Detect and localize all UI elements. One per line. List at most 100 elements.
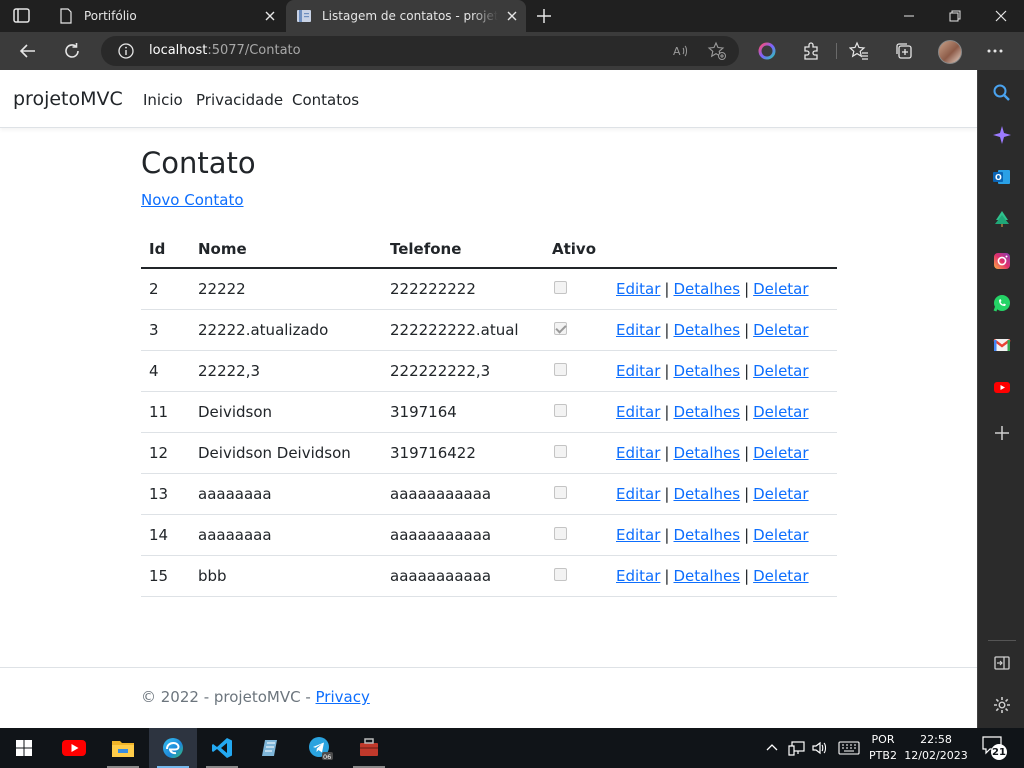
action-separator: | [744,320,750,339]
delete-link[interactable]: Deletar [753,321,808,339]
clock-time: 22:58 [920,733,952,746]
vscode-icon[interactable] [198,728,246,768]
header-telefone: Telefone [382,230,544,269]
instagram-icon[interactable] [991,250,1013,272]
details-link[interactable]: Detalhes [673,321,740,339]
favorites-icon[interactable] [848,40,870,62]
privacy-link[interactable]: Privacy [316,688,370,706]
more-options-icon[interactable] [984,40,1006,62]
new-contact-link[interactable]: Novo Contato [141,191,244,209]
read-aloud-icon[interactable]: A [671,41,691,61]
table-row: 2 22222 222222222 Editar | Detalhes | Deletar [141,268,837,310]
copilot-sparkle-icon[interactable] [991,124,1013,146]
details-link[interactable]: Detalhes [673,403,740,421]
toolbar-divider [836,43,837,59]
edit-link[interactable]: Editar [616,526,660,544]
header-actions [608,230,837,269]
tab-portfolio[interactable]: Portifólio [52,0,284,32]
details-link[interactable]: Detalhes [673,280,740,298]
restore-icon[interactable] [932,0,978,32]
notepad-app-icon[interactable] [247,728,295,768]
windows-start-icon[interactable] [0,728,48,768]
youtube-icon[interactable] [991,376,1013,398]
delete-link[interactable]: Deletar [753,403,808,421]
settings-gear-icon[interactable] [991,694,1013,716]
nav-link-contatos[interactable]: Contatos [292,91,359,109]
cell-telefone: aaaaaaaaaaa [382,555,544,597]
delete-link[interactable]: Deletar [753,362,808,380]
details-link[interactable]: Detalhes [673,485,740,503]
collections-icon[interactable] [893,40,915,62]
ativo-checkbox [554,362,567,376]
color-extension-icon[interactable] [756,40,778,62]
ativo-checkbox [554,280,567,294]
volume-icon[interactable] [810,738,830,758]
edit-link[interactable]: Editar [616,403,660,421]
add-favorite-icon[interactable] [707,41,727,61]
add-icon[interactable] [991,422,1013,444]
extensions-icon[interactable] [800,40,822,62]
action-separator: | [664,320,670,339]
nav-link-privacidade[interactable]: Privacidade [196,91,283,109]
edit-link[interactable]: Editar [616,362,660,380]
input-language[interactable]: POR PTB2 [868,732,898,764]
window-close-icon[interactable] [978,0,1024,32]
new-tab-icon[interactable] [534,6,554,26]
info-icon[interactable] [116,41,136,61]
edit-link[interactable]: Editar [616,321,660,339]
edge-sidebar: O [977,70,1024,728]
language-code: POR [871,733,895,746]
nav-link-inicio[interactable]: Inicio [143,91,183,109]
url-text[interactable]: localhost:5077/Contato [149,43,301,58]
delete-link[interactable]: Deletar [753,444,808,462]
search-icon[interactable] [991,82,1013,104]
delete-link[interactable]: Deletar [753,485,808,503]
games-tree-icon[interactable] [991,208,1013,230]
notification-center[interactable]: 21 [982,736,1008,760]
details-link[interactable]: Detalhes [673,362,740,380]
outlook-icon[interactable]: O [991,166,1013,188]
keyboard-icon[interactable] [838,738,860,758]
edge-browser-icon[interactable] [149,728,197,768]
file-explorer-icon[interactable] [99,728,147,768]
close-icon[interactable] [504,8,520,24]
details-link[interactable]: Detalhes [673,526,740,544]
whatsapp-icon[interactable] [991,292,1013,314]
tab-actions-icon[interactable] [12,7,32,25]
details-link[interactable]: Detalhes [673,567,740,585]
edit-link[interactable]: Editar [616,444,660,462]
action-separator: | [744,361,750,380]
profile-avatar[interactable] [938,40,962,64]
details-link[interactable]: Detalhes [673,444,740,462]
cell-ativo [544,514,608,556]
cell-ativo [544,350,608,392]
edit-link[interactable]: Editar [616,485,660,503]
table-row: 12 Deividson Deividson 319716422 Editar | Det… [141,432,837,474]
address-bar[interactable]: localhost:5077/Contato A [101,36,739,66]
delete-link[interactable]: Deletar [753,526,808,544]
cell-nome: Deividson [190,391,382,433]
delete-link[interactable]: Deletar [753,280,808,298]
close-icon[interactable] [262,8,278,24]
tab-listagem-contatos[interactable]: Listagem de contatos - projetoMVC [286,0,526,32]
gmail-icon[interactable] [991,334,1013,356]
minimize-icon[interactable] [886,0,932,32]
edit-link[interactable]: Editar [616,567,660,585]
chevron-up-icon[interactable] [762,738,782,758]
network-icon[interactable] [787,738,807,758]
cell-id: 15 [141,555,190,597]
taskbar-clock[interactable]: 22:58 12/02/2023 [904,732,968,764]
page-footer: © 2022 - projetoMVC - Privacy [0,667,977,728]
cell-id: 11 [141,391,190,433]
refresh-icon[interactable] [61,40,83,62]
tab-title: Portifólio [84,9,137,23]
edit-link[interactable]: Editar [616,280,660,298]
ativo-checkbox [554,485,567,499]
back-icon[interactable] [17,40,39,62]
delete-link[interactable]: Deletar [753,567,808,585]
youtube-app-icon[interactable] [50,728,98,768]
toolbox-app-icon[interactable] [345,728,393,768]
hide-sidebar-icon[interactable] [991,652,1013,674]
telegram-icon[interactable]: 06 [296,728,344,768]
navbar-brand[interactable]: projetoMVC [13,88,123,110]
